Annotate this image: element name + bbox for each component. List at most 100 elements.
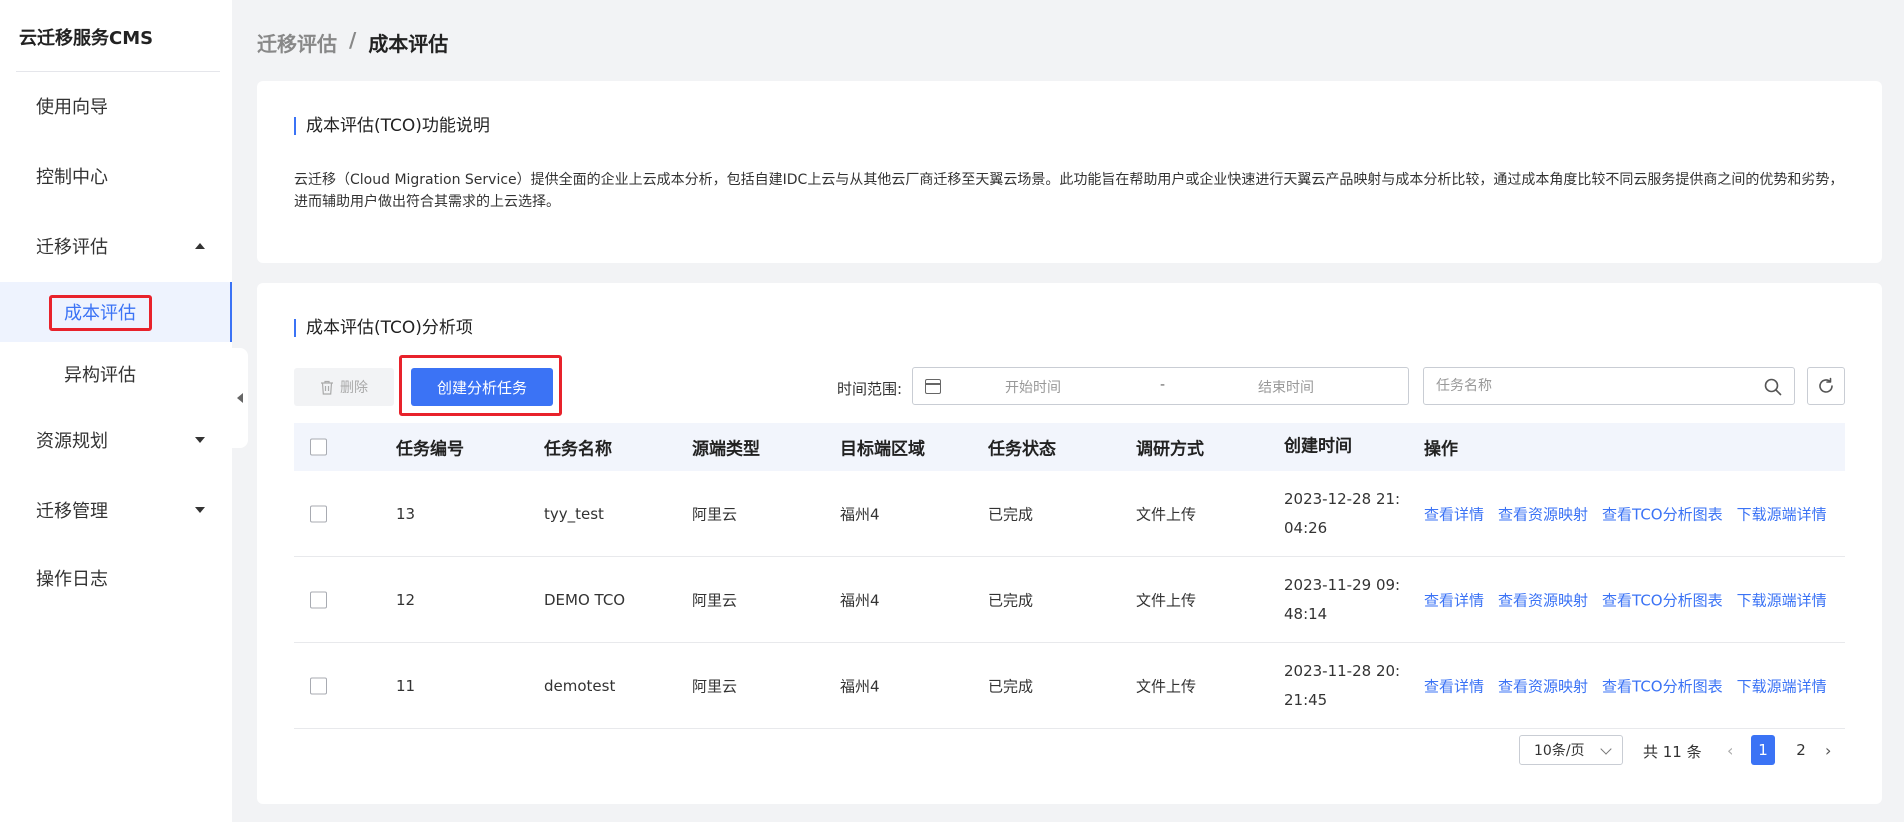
cell-task-id: 11 (396, 676, 416, 695)
view-detail-link[interactable]: 查看详情 (1424, 503, 1484, 524)
sidebar-item-guide[interactable]: 使用向导 (0, 76, 232, 136)
task-name-search-input[interactable] (1436, 376, 1736, 396)
search-icon[interactable] (1764, 378, 1782, 396)
analysis-title: 成本评估(TCO)分析项 (294, 319, 473, 337)
cell-created-time: 2023-11-28 20:21:45 (1284, 661, 1401, 709)
sidebar-item-migration-management[interactable]: 迁移管理 (0, 480, 232, 540)
cell-task-id: 13 (396, 504, 416, 523)
brand-title: 云迁移服务CMS (19, 28, 154, 49)
tco-task-table: 任务编号 任务名称 源端类型 目标端区域 任务状态 调研方式 创建时间 操作 1… (294, 423, 1845, 729)
date-range-picker[interactable]: 开始时间 - 结束时间 (912, 367, 1409, 405)
time-range-label: 时间范围: (837, 380, 903, 398)
task-name-search (1423, 367, 1795, 405)
download-source-detail-link[interactable]: 下载源端详情 (1737, 675, 1827, 696)
header-task-id: 任务编号 (396, 439, 464, 460)
sidebar-item-control-center[interactable]: 控制中心 (0, 146, 232, 206)
cell-task-name: demotest (544, 676, 616, 695)
sidebar-item-label: 使用向导 (36, 97, 108, 118)
view-tco-chart-link[interactable]: 查看TCO分析图表 (1602, 589, 1723, 610)
cell-source-type: 阿里云 (692, 677, 738, 695)
header-task-name: 任务名称 (544, 439, 612, 460)
view-detail-link[interactable]: 查看详情 (1424, 589, 1484, 610)
cell-research-method: 文件上传 (1136, 505, 1197, 523)
chevron-down-icon (1600, 743, 1612, 755)
cell-task-name: DEMO TCO (544, 590, 626, 609)
sidebar-item-label: 迁移评估 (36, 237, 108, 258)
view-tco-chart-link[interactable]: 查看TCO分析图表 (1602, 675, 1723, 696)
header-task-status: 任务状态 (988, 439, 1056, 460)
table-row: 13 tyy_test 阿里云 福州4 已完成 文件上传 2023-12-28 … (294, 471, 1845, 557)
sidebar-item-migration-assessment[interactable]: 迁移评估 (0, 216, 232, 276)
cell-operations: 查看详情 查看资源映射 查看TCO分析图表 下载源端详情 (1424, 675, 1827, 696)
cell-task-status: 已完成 (988, 505, 1034, 523)
cell-research-method: 文件上传 (1136, 591, 1197, 609)
download-source-detail-link[interactable]: 下载源端详情 (1737, 503, 1827, 524)
sidebar-item-label: 迁移管理 (36, 501, 108, 522)
delete-button[interactable]: 删除 (294, 368, 394, 406)
view-resource-mapping-link[interactable]: 查看资源映射 (1498, 675, 1588, 696)
pagination: 10条/页 共 11 条 ‹ 1 2 › (257, 735, 1882, 767)
cell-source-type: 阿里云 (692, 591, 738, 609)
sidebar-subitem-heterogeneous-assessment[interactable]: 异构评估 (0, 344, 232, 404)
header-operations: 操作 (1424, 439, 1458, 460)
sidebar-item-label: 操作日志 (36, 569, 108, 590)
row-checkbox[interactable] (310, 677, 327, 694)
sidebar-item-label: 控制中心 (36, 167, 108, 188)
delete-button-label: 删除 (340, 380, 368, 396)
view-resource-mapping-link[interactable]: 查看资源映射 (1498, 589, 1588, 610)
caret-down-icon (195, 507, 205, 513)
cell-research-method: 文件上传 (1136, 677, 1197, 695)
table-row: 11 demotest 阿里云 福州4 已完成 文件上传 2023-11-28 … (294, 643, 1845, 729)
cell-source-type: 阿里云 (692, 505, 738, 523)
total-count: 共 11 条 (1643, 743, 1702, 761)
cell-target-region: 福州4 (840, 591, 880, 609)
cell-task-status: 已完成 (988, 677, 1034, 695)
page-1-button[interactable]: 1 (1751, 735, 1775, 765)
calendar-icon (925, 379, 941, 394)
refresh-icon (1819, 377, 1833, 393)
start-time-field[interactable]: 开始时间 (1005, 377, 1061, 397)
download-source-detail-link[interactable]: 下载源端详情 (1737, 589, 1827, 610)
table-row: 12 DEMO TCO 阿里云 福州4 已完成 文件上传 2023-11-29 … (294, 557, 1845, 643)
highlight-box-create (399, 355, 562, 416)
cell-target-region: 福州4 (840, 677, 880, 695)
page-size-select[interactable]: 10条/页 (1519, 735, 1623, 765)
select-all-checkbox[interactable] (310, 438, 327, 456)
sidebar-collapse-toggle[interactable] (232, 348, 248, 448)
trash-icon (321, 380, 333, 395)
cell-task-id: 12 (396, 590, 416, 609)
sidebar-item-operation-log[interactable]: 操作日志 (0, 548, 232, 608)
cell-target-region: 福州4 (840, 505, 880, 523)
header-research-method: 调研方式 (1136, 439, 1204, 460)
chevron-left-icon (237, 393, 243, 403)
row-checkbox[interactable] (310, 505, 327, 522)
caret-down-icon (195, 437, 205, 443)
cell-operations: 查看详情 查看资源映射 查看TCO分析图表 下载源端详情 (1424, 589, 1827, 610)
analysis-card: 成本评估(TCO)分析项 删除 创建分析任务 时间范围: 开始时间 - 结束时间… (257, 283, 1882, 804)
breadcrumb-current: 成本评估 (368, 32, 449, 56)
view-detail-link[interactable]: 查看详情 (1424, 675, 1484, 696)
header-target-region: 目标端区域 (840, 439, 925, 460)
page-size-value: 10条/页 (1534, 743, 1585, 759)
view-tco-chart-link[interactable]: 查看TCO分析图表 (1602, 503, 1723, 524)
row-checkbox[interactable] (310, 591, 327, 608)
intro-card: 成本评估(TCO)功能说明 云迁移（Cloud Migration Servic… (257, 81, 1882, 263)
cell-created-time: 2023-11-29 09:48:14 (1284, 575, 1401, 623)
next-page-button[interactable]: › (1825, 741, 1831, 760)
cell-task-status: 已完成 (988, 591, 1034, 609)
intro-title: 成本评估(TCO)功能说明 (294, 117, 490, 135)
breadcrumb-parent[interactable]: 迁移评估 (257, 28, 337, 57)
brand-divider (16, 71, 220, 72)
end-time-field[interactable]: 结束时间 (1258, 377, 1314, 397)
sidebar-subitem-label: 异构评估 (64, 365, 136, 386)
cell-operations: 查看详情 查看资源映射 查看TCO分析图表 下载源端详情 (1424, 503, 1827, 524)
refresh-button[interactable] (1807, 367, 1845, 405)
breadcrumb-separator: / (349, 28, 357, 52)
cell-created-time: 2023-12-28 21:04:26 (1284, 489, 1401, 537)
page-2-button[interactable]: 2 (1789, 735, 1813, 765)
header-created-time: 创建时间 (1284, 436, 1352, 457)
cell-task-name: tyy_test (544, 504, 604, 523)
prev-page-button[interactable]: ‹ (1727, 741, 1733, 760)
view-resource-mapping-link[interactable]: 查看资源映射 (1498, 503, 1588, 524)
sidebar-item-resource-planning[interactable]: 资源规划 (0, 410, 232, 470)
